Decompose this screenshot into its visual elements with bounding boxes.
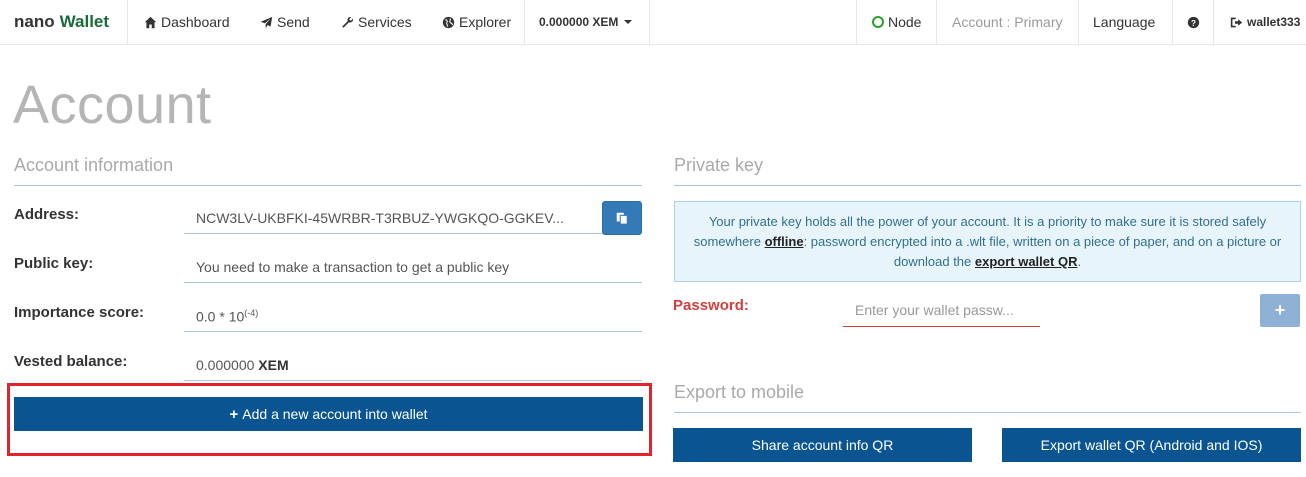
balance-value: 0.000000 XEM: [539, 15, 619, 29]
public-key-label: Public key:: [14, 255, 94, 272]
copy-icon: [616, 212, 628, 225]
share-account-qr-label: Share account info QR: [751, 437, 894, 453]
home-icon: [143, 15, 157, 29]
wrench-icon: [340, 15, 354, 29]
password-input[interactable]: [843, 294, 1040, 327]
nav-divider: [524, 0, 525, 44]
password-label: Password:: [673, 297, 749, 314]
paper-plane-icon: [259, 15, 273, 29]
brand-logo[interactable]: nano Wallet: [14, 0, 109, 44]
vested-amount: 0.000000: [196, 357, 255, 373]
export-mobile-heading: Export to mobile: [674, 382, 805, 402]
nav-divider: [936, 0, 937, 44]
nav-divider: [649, 0, 650, 44]
nav-dashboard[interactable]: Dashboard: [143, 0, 230, 44]
vested-unit: XEM: [258, 357, 289, 373]
plus-icon: +: [1274, 300, 1286, 320]
highlight-annotation: [7, 383, 652, 456]
importance-exponent: (-4): [244, 308, 259, 318]
nav-divider: [1172, 0, 1173, 44]
page-title: Account: [13, 75, 212, 135]
sign-out-icon: [1229, 15, 1243, 29]
show-private-key-button[interactable]: +: [1260, 294, 1300, 327]
importance-base: 0.0 * 10: [196, 308, 245, 325]
export-wallet-qr-button[interactable]: Export wallet QR (Android and IOS): [1002, 428, 1301, 462]
brand-name-part2: Wallet: [59, 12, 110, 31]
private-key-info: Your private key holds all the power of …: [674, 201, 1301, 282]
private-key-heading: Private key: [674, 155, 764, 175]
nav-explorer-label: Explorer: [459, 14, 512, 30]
question-icon: ?: [1186, 15, 1200, 29]
globe-icon: [441, 15, 455, 29]
nav-divider: [856, 0, 857, 44]
nav-send[interactable]: Send: [259, 0, 310, 44]
address-field[interactable]: NCW3LV-UKBFKI-45WRBR-T3RBUZ-YWGKQO-GGKEV…: [184, 201, 602, 234]
section-divider: [674, 412, 1301, 413]
vested-balance-label: Vested balance:: [14, 353, 128, 370]
share-account-qr-button[interactable]: Share account info QR: [673, 428, 972, 462]
vested-balance-field: 0.000000 XEM: [184, 348, 642, 381]
nav-send-label: Send: [277, 14, 310, 30]
account-info-heading: Account information: [14, 155, 174, 175]
importance-field: 0.0 * 10(-4): [184, 299, 642, 332]
info-offline: offline: [764, 234, 804, 249]
info-export-qr: export wallet QR: [974, 254, 1078, 269]
logout-button[interactable]: wallet333: [1229, 0, 1300, 44]
importance-label: Importance score:: [14, 304, 145, 321]
top-navbar: nano Wallet Dashboard Send Services Expl…: [0, 0, 1306, 45]
help-button[interactable]: ?: [1186, 0, 1204, 44]
section-divider: [14, 185, 642, 186]
caret-down-icon: [624, 20, 633, 24]
language-label: Language: [1093, 14, 1156, 30]
language-menu[interactable]: Language: [1093, 0, 1155, 44]
nav-dashboard-label: Dashboard: [161, 14, 230, 30]
brand-name-part1: nano: [14, 12, 55, 31]
address-label: Address:: [14, 206, 80, 223]
nav-divider: [1213, 0, 1214, 44]
user-name: wallet333: [1247, 15, 1301, 29]
node-status-icon: [872, 16, 884, 28]
section-divider: [674, 185, 1301, 186]
nav-divider: [1078, 0, 1079, 44]
balance-dropdown[interactable]: 0.000000 XEM: [539, 0, 633, 44]
node-status[interactable]: Node: [872, 0, 921, 44]
current-account-label: Account : Primary: [952, 14, 1063, 30]
public-key-field: You need to make a transaction to get a …: [184, 250, 642, 283]
nav-explorer[interactable]: Explorer: [441, 0, 511, 44]
nav-divider: [127, 0, 128, 44]
nav-services-label: Services: [358, 14, 412, 30]
current-account: Account : Primary: [952, 0, 1062, 44]
svg-text:?: ?: [1191, 18, 1196, 27]
info-text: .: [1077, 254, 1082, 269]
node-label: Node: [888, 14, 922, 30]
copy-address-button[interactable]: [602, 201, 642, 235]
nav-services[interactable]: Services: [340, 0, 412, 44]
export-wallet-qr-label: Export wallet QR (Android and IOS): [1040, 437, 1263, 453]
